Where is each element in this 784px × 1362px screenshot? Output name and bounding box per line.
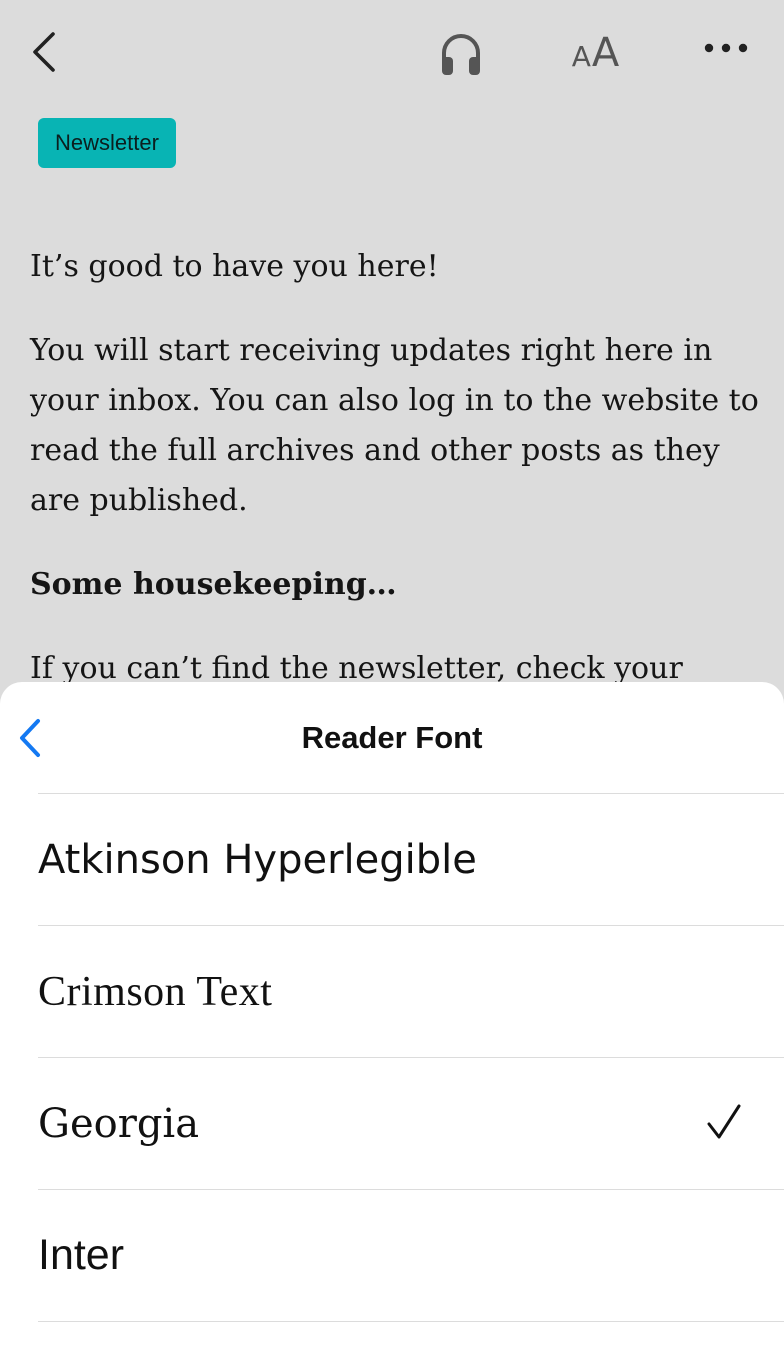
article-toolbar: AA [0,0,784,100]
listen-button[interactable] [432,24,490,82]
section-badge[interactable]: Newsletter [38,118,176,168]
font-option-atkinson-hyperlegible[interactable]: Atkinson Hyperlegible [38,793,784,925]
text-size-button[interactable]: AA [562,24,630,82]
font-list: Atkinson Hyperlegible Crimson Text Georg… [38,793,784,1322]
article-paragraph: It’s good to have you here! [30,249,439,284]
font-option-crimson-text[interactable]: Crimson Text [38,925,784,1057]
font-option-inter[interactable]: Inter [38,1189,784,1322]
font-option-label: Atkinson Hyperlegible [38,836,477,883]
sheet-back-button[interactable] [8,712,52,764]
more-horizontal-icon [704,43,748,53]
font-option-label: Inter [38,1231,125,1279]
chevron-left-icon [20,719,40,757]
headphones-icon [442,34,480,75]
sheet-title: Reader Font [301,720,483,755]
font-option-georgia[interactable]: Georgia [38,1057,784,1189]
sheet-header: Reader Font [0,682,784,794]
font-option-label: Crimson Text [38,968,273,1015]
more-options-button[interactable] [696,26,756,70]
checkmark-icon [707,1104,741,1139]
reader-font-sheet: Reader Font Atkinson Hyperlegible Crimso… [0,682,784,1362]
text-size-icon: AA [571,30,621,76]
article-subheading: Some housekeeping… [30,567,397,602]
article-paragraph: You will start receiving updates right h… [30,333,759,518]
chevron-left-icon [33,32,55,72]
font-option-label: Georgia [38,1100,200,1147]
back-button[interactable] [22,26,66,78]
